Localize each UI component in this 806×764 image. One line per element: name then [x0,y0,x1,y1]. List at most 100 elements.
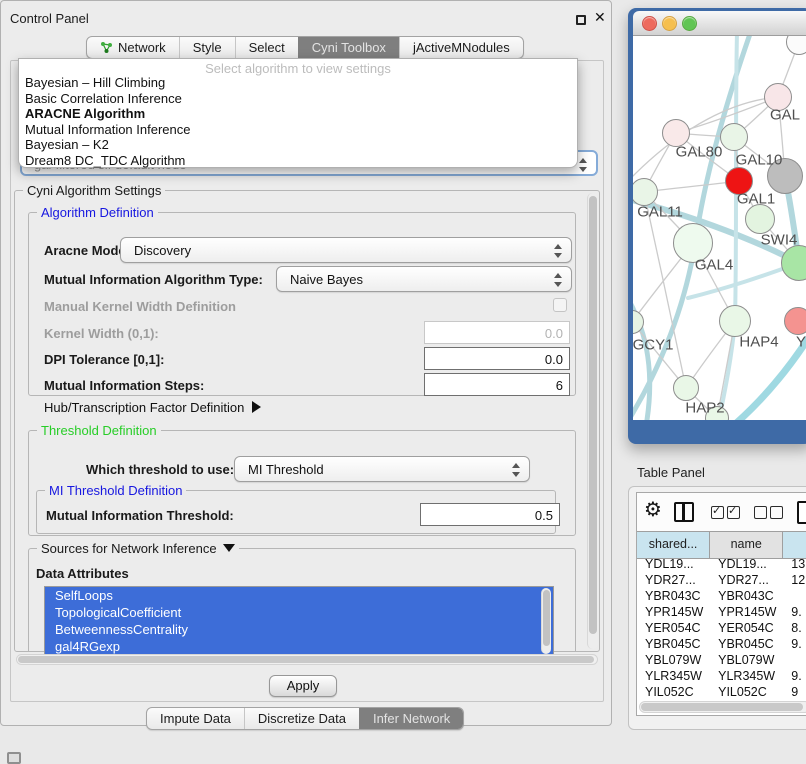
table-row[interactable]: YBR043CYBR043C [637,589,806,605]
table-body: YDL19...YDL19...13YDR27...YDR27...12YBR0… [637,557,806,703]
table-header-row: shared...name [637,531,806,559]
column-split-icon[interactable] [674,502,694,522]
dropdown-item-bayesian-hill-climbing[interactable]: Bayesian – Hill Climbing [19,75,577,91]
table-cell: YDL19... [710,557,783,573]
node-gal10[interactable] [720,123,748,151]
table-cell: YPR145W [710,605,783,621]
table-row[interactable]: YBL079WYBL079W [637,653,806,669]
algorithm-dropdown: Select algorithm to view settings Bayesi… [18,58,578,168]
table-row[interactable]: YBR045CYBR045C9. [637,637,806,653]
node-label-swi4: SWI4 [761,232,798,249]
node-gal1[interactable] [745,204,775,234]
unchecked-checkbox-icon[interactable] [754,506,767,519]
cyni-algorithm-settings-title: Cyni Algorithm Settings [23,183,165,198]
mi-threshold-field[interactable]: 0.5 [420,503,560,526]
tab-discretize-data[interactable]: Discretize Data [244,708,359,729]
attributes-vertical-scrollbar[interactable] [541,588,551,654]
data-attributes-label: Data Attributes [36,566,129,581]
table-cell: YBR045C [710,637,783,653]
unchecked-checkbox-icon[interactable] [770,506,783,519]
apply-button[interactable]: Apply [269,675,337,697]
table-cell: 8. [783,621,806,637]
dropdown-item-dream8-dc-tdc-algorithm[interactable]: Dream8 DC_TDC Algorithm [19,153,577,169]
aracne-mode-combo[interactable]: Discovery [120,237,572,263]
document-icon[interactable] [797,501,806,524]
column-header-name[interactable]: name [710,532,783,558]
attribute-item-topologicalcoefficient[interactable]: TopologicalCoefficient [45,604,553,621]
dpi-tolerance-field[interactable]: 0.0 [424,347,570,370]
table-row[interactable]: YER054CYER054C8. [637,621,806,637]
tab-infer-network[interactable]: Infer Network [359,708,463,729]
table-row[interactable]: YIL052CYIL052C9 [637,685,806,701]
manual-kernel-width-label: Manual Kernel Width Definition [44,299,236,314]
attribute-item-gal4rgexp[interactable]: gal4RGexp [45,638,553,655]
manual-kernel-width-checkbox[interactable] [553,298,567,312]
tab-style[interactable]: Style [179,37,235,58]
table-cell: 12 [783,573,806,589]
table-cell: YDR27... [637,573,710,589]
checked-checkbox-icon[interactable] [711,506,724,519]
gear-icon[interactable]: ⚙ [644,497,662,521]
settings-vertical-scrollbar[interactable] [587,193,598,649]
tab-select[interactable]: Select [235,37,298,58]
close-traffic-light-icon[interactable] [642,16,657,31]
table-row[interactable]: YDR27...YDR27...12 [637,573,806,589]
table-cell: YIL052C [637,685,710,701]
tab-impute-data[interactable]: Impute Data [147,708,244,729]
table-cell: YLR345W [637,669,710,685]
close-icon[interactable]: ✕ [594,10,606,26]
attribute-item-betweennesscentrality[interactable]: BetweennessCentrality [45,621,553,638]
node-label-gal10: GAL10 [736,152,783,169]
mi-threshold-value: 0.5 [535,508,553,523]
network-canvas[interactable]: GALGAL80GAL10GAL1GAL11SWI4GAL4GCY1HAP4YH… [633,36,806,420]
table-horizontal-scrollbar[interactable] [639,701,806,713]
table-cell: 9. [783,605,806,621]
node-label-gal80: GAL80 [676,144,723,161]
column-header-shared[interactable]: shared... [637,532,710,558]
tab-label: Select [249,40,285,55]
which-threshold-label: Which threshold to use: [86,462,234,477]
panel-grip-icon[interactable] [7,752,21,764]
which-threshold-value: MI Threshold [248,462,324,477]
data-attributes-list[interactable]: SelfLoopsTopologicalCoefficientBetweenne… [44,586,554,656]
dropdown-item-mutual-information-inference[interactable]: Mutual Information Inference [19,122,577,138]
tab-label: Network [118,40,166,55]
attribute-item-selfloops[interactable]: SelfLoops [45,587,553,604]
settings-horizontal-scrollbar[interactable] [16,654,598,665]
mi-algorithm-type-combo[interactable]: Naive Bayes [276,266,572,292]
settings-hscroll-thumb[interactable] [18,656,594,663]
tab-network[interactable]: Network [87,37,179,58]
table-hscroll-thumb[interactable] [641,703,803,711]
dropdown-item-basic-correlation-inference[interactable]: Basic Correlation Inference [19,91,577,107]
network-window-titlebar[interactable] [633,11,806,36]
dropdown-item-aracne-algorithm[interactable]: ARACNE Algorithm [19,106,577,122]
tab-label: Discretize Data [258,711,346,726]
table-toolbar: ⚙ [637,493,806,531]
node-salmon[interactable] [784,307,806,335]
checked-checkbox-icon[interactable] [727,506,740,519]
node-hap4[interactable] [719,305,751,337]
table-cell: 9 [783,685,806,701]
float-icon[interactable] [576,15,586,25]
table-row[interactable]: YDL19...YDL19...13 [637,557,806,573]
node-label-gal11: GAL11 [637,204,683,221]
mi-steps-field[interactable]: 6 [424,373,570,396]
node-hap2[interactable] [673,375,699,401]
attributes-vscroll-thumb[interactable] [543,590,550,646]
algorithm-dropdown-placeholder: Select algorithm to view settings [19,59,577,75]
settings-vscroll-thumb[interactable] [589,196,597,634]
algorithm-dropdown-list: Bayesian – Hill ClimbingBasic Correlatio… [19,75,577,168]
tab-jactivemnodules[interactable]: jActiveMNodules [399,37,523,58]
zoom-traffic-light-icon[interactable] [682,16,697,31]
dropdown-item-bayesian-k2[interactable]: Bayesian – K2 [19,137,577,153]
table-row[interactable]: YLR345WYLR345W9. [637,669,806,685]
column-header-partial[interactable] [783,532,806,558]
combo-spinner-icon [553,272,562,288]
hub-definition-expander[interactable]: Hub/Transcription Factor Definition [44,400,261,415]
node-label-gal: GAL [770,107,800,124]
table-row[interactable]: YPR145WYPR145W9. [637,605,806,621]
which-threshold-combo[interactable]: MI Threshold [234,456,530,482]
minimize-traffic-light-icon[interactable] [662,16,677,31]
kernel-width-field[interactable]: 0.0 [424,321,570,344]
tab-cyni-toolbox[interactable]: Cyni Toolbox [298,37,399,58]
